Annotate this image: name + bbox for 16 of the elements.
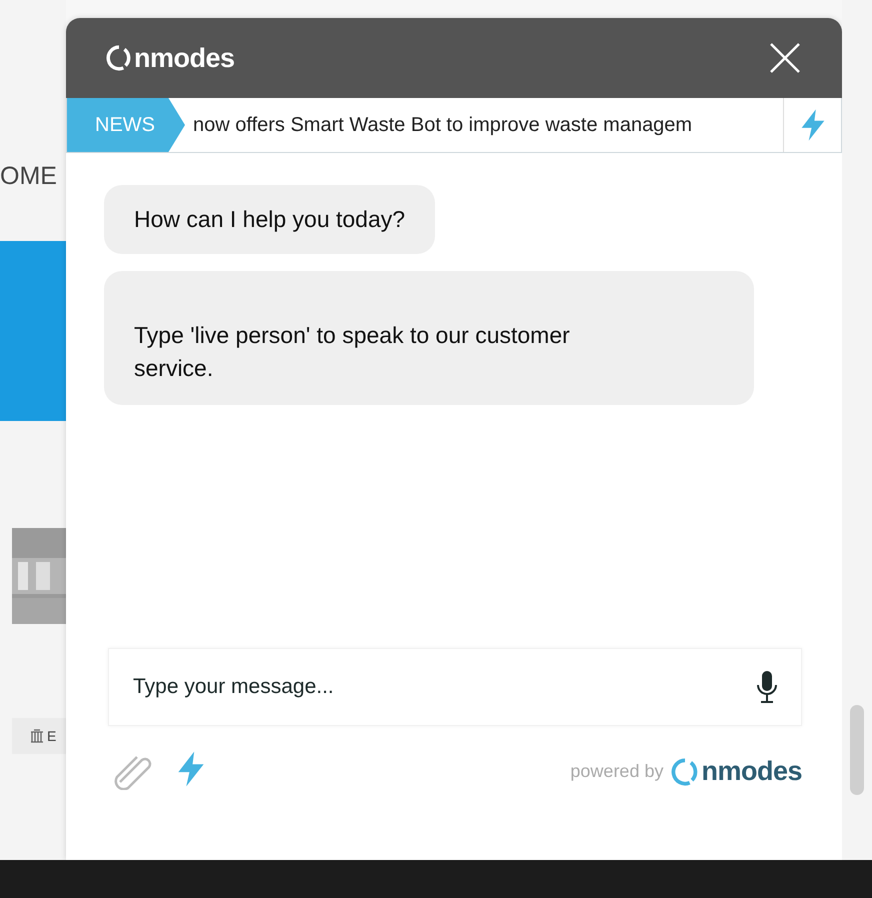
logo-icon (106, 45, 132, 71)
page-heading: OME (0, 162, 57, 191)
brand-logo-text: nmodes (134, 42, 235, 74)
scrollbar-thumb[interactable] (850, 705, 864, 795)
news-ticker-text[interactable]: now offers Smart Waste Bot to improve waste managem (185, 98, 783, 152)
news-tag: NEWS (67, 98, 185, 152)
brand-logo-text: nmodes (701, 756, 802, 787)
page-button[interactable]: E (12, 718, 66, 754)
close-button[interactable] (768, 41, 802, 75)
chat-message: Type 'live person' to speak to our customer service. (104, 271, 754, 405)
chat-message: How can I help you today? (104, 185, 436, 254)
powered-by-text: powered by (570, 761, 664, 782)
building-icon (30, 729, 44, 743)
microphone-icon[interactable] (755, 670, 779, 704)
message-field[interactable]: Type your message... (108, 648, 802, 726)
logo-icon (671, 758, 700, 786)
